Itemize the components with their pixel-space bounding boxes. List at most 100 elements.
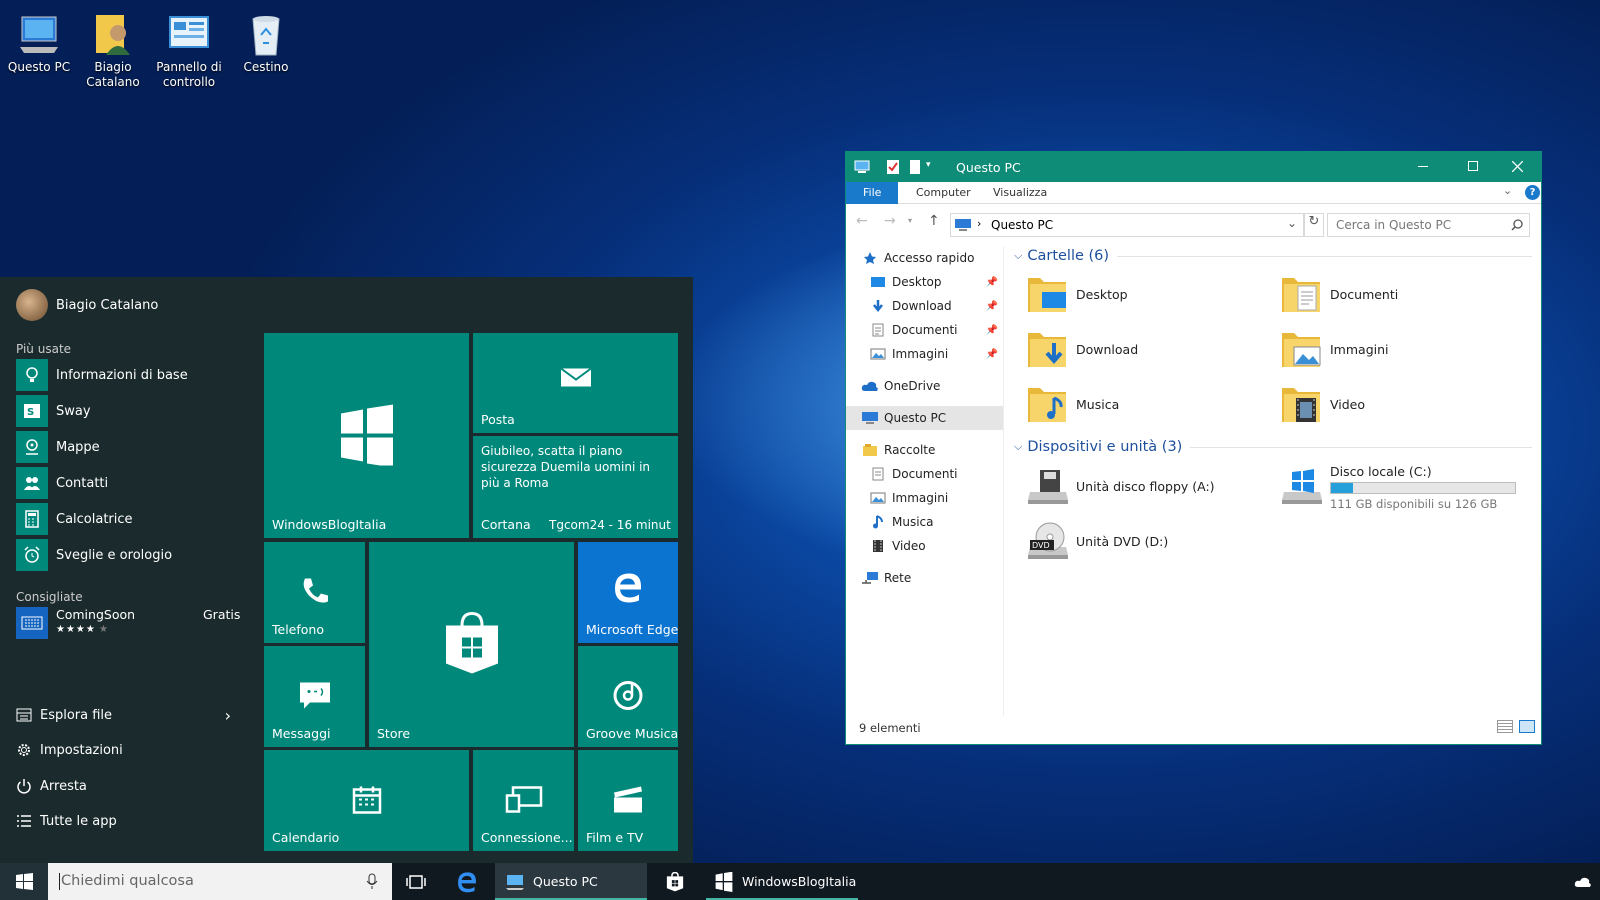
minimize-button[interactable]	[1418, 166, 1428, 167]
tile-calendario[interactable]: Calendario	[264, 750, 469, 851]
nav-raccolte[interactable]: Raccolte	[860, 440, 935, 460]
nav-quick-immagini[interactable]: Immagini 📌	[868, 344, 998, 364]
taskbar-search[interactable]: Chiedimi qualcosa	[48, 863, 392, 900]
tile-film[interactable]: Film e TV	[578, 750, 678, 851]
close-icon[interactable]	[1512, 161, 1523, 172]
nav-lib-immagini[interactable]: Immagini	[868, 488, 948, 508]
tile-posta[interactable]: Posta	[473, 333, 678, 433]
title-bar[interactable]: ▾ Questo PC	[846, 152, 1541, 182]
section-cartelle[interactable]: ⌵ Cartelle (6)	[1014, 248, 1532, 264]
tile-telefono[interactable]: Telefono	[264, 542, 365, 643]
drive-dvd[interactable]: DVD Unità DVD (D:)	[1026, 519, 1168, 563]
up-button[interactable]: ↑	[928, 213, 940, 237]
nav-quick-download[interactable]: Download 📌	[868, 296, 998, 316]
tile-label: WindowsBlogItalia	[272, 517, 387, 532]
nav-accesso-rapido[interactable]: Accesso rapido	[860, 248, 974, 268]
search-icon	[1511, 219, 1523, 231]
breadcrumb[interactable]: Questo PC	[991, 218, 1053, 232]
section-dispositivi[interactable]: ⌵ Dispositivi e unità (3)	[1014, 439, 1532, 455]
folder-desktop[interactable]: Desktop	[1026, 272, 1128, 316]
tile-label: Film e TV	[586, 830, 644, 845]
start-file-explorer[interactable]: Esplora file ›	[16, 700, 231, 730]
desktop-icon-questo-pc[interactable]: Questo PC	[2, 5, 76, 75]
nav-rete[interactable]: Rete	[860, 568, 911, 588]
computer-icon	[860, 411, 880, 425]
tile-groove[interactable]: Groove Musica	[578, 646, 678, 747]
start-item-contatti[interactable]: Contatti	[16, 467, 236, 499]
drive-local-c[interactable]: Disco locale (C:) 111 GB disponibili su …	[1280, 462, 1520, 511]
back-button[interactable]: ←	[856, 213, 868, 237]
pin-icon[interactable]: 📌	[986, 301, 998, 312]
nav-quick-desktop[interactable]: Desktop 📌	[868, 272, 998, 292]
tab-visualizza[interactable]: Visualizza	[979, 182, 1061, 204]
properties-icon[interactable]	[886, 159, 900, 175]
tile-store[interactable]: Store	[369, 542, 574, 747]
suggested-app[interactable]: ComingSoon ★★★★ ★ Gratis	[16, 607, 240, 643]
address-dropdown-icon[interactable]: ⌄	[1287, 216, 1297, 230]
nav-lib-documenti[interactable]: Documenti	[868, 464, 958, 484]
start-item-informazioni[interactable]: Informazioni di base	[16, 359, 236, 391]
taskbar-app-windowsblogitalia[interactable]: WindowsBlogItalia	[706, 863, 858, 900]
nav-lib-musica[interactable]: Musica	[868, 512, 934, 532]
help-icon[interactable]: ?	[1525, 185, 1540, 200]
tile-connessione[interactable]: Connessione...	[473, 750, 574, 851]
taskbar-edge[interactable]	[443, 863, 491, 900]
computer-icon	[955, 219, 971, 231]
refresh-button[interactable]: ↻	[1304, 213, 1324, 237]
quick-access-dropdown-icon[interactable]: ▾	[926, 160, 931, 170]
nav-onedrive[interactable]: OneDrive	[860, 376, 940, 396]
tray-onedrive[interactable]	[1568, 863, 1598, 900]
tile-windowsblogitalia[interactable]: WindowsBlogItalia	[264, 333, 469, 538]
search-input[interactable]: Cerca in Questo PC	[1336, 218, 1451, 232]
folder-pictures-icon	[1280, 327, 1324, 371]
start-item-sveglie[interactable]: Sveglie e orologio	[16, 539, 236, 571]
desktop-icon-recycle-bin[interactable]: Cestino	[229, 5, 303, 75]
details-view-icon[interactable]	[1497, 720, 1513, 733]
tile-edge[interactable]: Microsoft Edge	[578, 542, 678, 643]
address-bar[interactable]: › Questo PC ⌄	[950, 213, 1304, 237]
forward-button[interactable]: →	[884, 213, 896, 237]
recent-dropdown-icon[interactable]: ▾	[908, 216, 912, 240]
chevron-right-icon[interactable]: ›	[225, 706, 231, 725]
desktop-icon-user[interactable]: Biagio Catalano	[76, 5, 150, 90]
start-item-calcolatrice[interactable]: Calcolatrice	[16, 503, 236, 535]
nav-lib-video[interactable]: Video	[868, 536, 926, 556]
folder-download[interactable]: Download	[1026, 327, 1138, 371]
start-all-apps[interactable]: Tutte le app	[16, 806, 231, 836]
start-power[interactable]: Arresta	[16, 771, 231, 801]
taskbar-store[interactable]	[651, 863, 699, 900]
large-icons-view-icon[interactable]	[1519, 720, 1535, 733]
breadcrumb-separator: ›	[977, 217, 982, 230]
microphone-icon[interactable]	[366, 873, 378, 890]
document-icon	[868, 467, 888, 481]
tile-cortana[interactable]: Giubileo, scatta il piano sicurezza Duem…	[473, 436, 678, 538]
folder-immagini[interactable]: Immagini	[1280, 327, 1389, 371]
drive-floppy[interactable]: Unità disco floppy (A:)	[1026, 464, 1215, 508]
tab-computer[interactable]: Computer	[902, 182, 985, 204]
maximize-button[interactable]	[1468, 161, 1478, 171]
pin-icon[interactable]: 📌	[986, 349, 998, 360]
ribbon-expand-icon[interactable]: ⌄	[1503, 184, 1512, 197]
start-item-sway[interactable]: S Sway	[16, 395, 236, 427]
search-box[interactable]: Cerca in Questo PC	[1327, 213, 1530, 237]
nav-quick-documenti[interactable]: Documenti 📌	[868, 320, 998, 340]
pin-icon[interactable]: 📌	[986, 325, 998, 336]
mail-icon	[559, 365, 592, 392]
start-button[interactable]	[0, 863, 48, 900]
nav-questo-pc[interactable]: Questo PC	[846, 406, 1003, 430]
task-view-button[interactable]	[392, 863, 440, 900]
new-folder-icon[interactable]	[909, 159, 921, 175]
tile-messaggi[interactable]: Messaggi	[264, 646, 365, 747]
taskbar-search-input[interactable]: Chiedimi qualcosa	[61, 873, 194, 889]
pin-icon[interactable]: 📌	[986, 277, 998, 288]
folder-video[interactable]: Video	[1280, 382, 1365, 426]
tab-file[interactable]: File	[846, 182, 899, 204]
start-item-mappe[interactable]: Mappe	[16, 431, 236, 463]
taskbar-app-questo-pc[interactable]: Questo PC	[495, 863, 647, 900]
folder-musica[interactable]: Musica	[1026, 382, 1119, 426]
start-settings[interactable]: Impostazioni	[16, 735, 231, 765]
disk-usage-fill	[1331, 483, 1354, 493]
folder-documenti[interactable]: Documenti	[1280, 272, 1398, 316]
desktop-icon-control-panel[interactable]: Pannello di controllo	[152, 5, 226, 90]
start-user[interactable]: Biagio Catalano	[16, 289, 158, 321]
